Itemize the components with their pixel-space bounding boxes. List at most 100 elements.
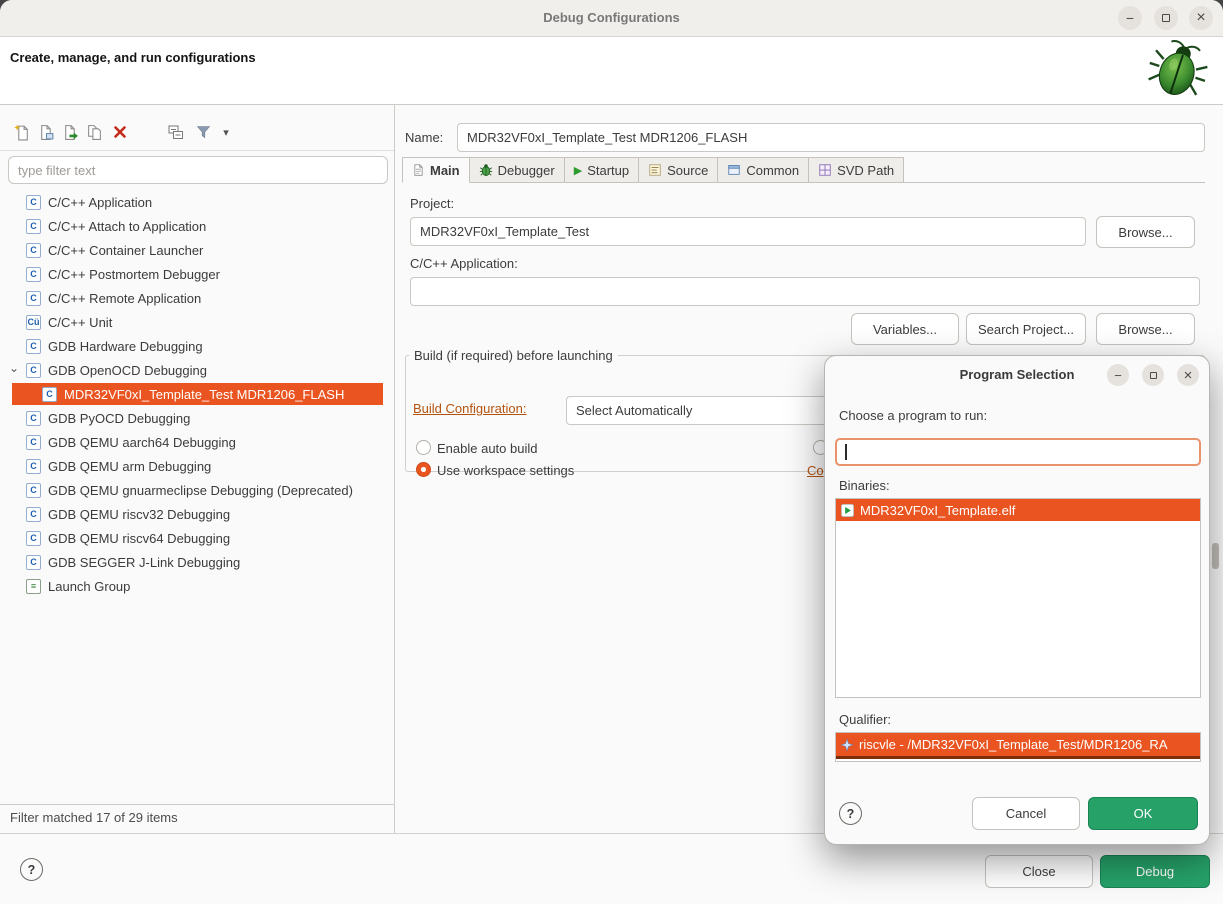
ok-button[interactable]: OK <box>1088 797 1198 830</box>
tree-item-label: GDB OpenOCD Debugging <box>48 363 207 378</box>
dialog-header: Create, manage, and run configurations <box>0 37 1223 105</box>
browse-application-button[interactable]: Browse... <box>1096 313 1195 345</box>
configuration-type-icon: C <box>26 411 41 426</box>
tree-item-3[interactable]: CC/C++ Postmortem Debugger <box>0 262 385 286</box>
configuration-type-icon: Cü <box>26 315 41 330</box>
close-icon[interactable]: × <box>1189 6 1213 30</box>
project-label: Project: <box>410 196 454 211</box>
export-configurations-icon <box>62 124 79 141</box>
configuration-type-icon: C <box>26 219 41 234</box>
tree-item-4[interactable]: CC/C++ Remote Application <box>0 286 385 310</box>
delete-configuration-button[interactable] <box>110 122 130 142</box>
tree-item-label: C/C++ Unit <box>48 315 112 330</box>
application-input[interactable] <box>410 277 1200 306</box>
variables-button[interactable]: Variables... <box>851 313 959 345</box>
debug-button[interactable]: Debug <box>1100 855 1210 888</box>
tab-debugger[interactable]: Debugger <box>469 157 565 182</box>
tree-item-12[interactable]: CGDB QEMU gnuarmeclipse Debugging (Depre… <box>0 478 385 502</box>
tree-item-label: C/C++ Postmortem Debugger <box>48 267 220 282</box>
tree-item-2[interactable]: CC/C++ Container Launcher <box>0 238 385 262</box>
tree-item-0[interactable]: CC/C++ Application <box>0 190 385 214</box>
window-title: Debug Configurations <box>0 0 1223 36</box>
filter-menu-chevron-icon[interactable]: ▾ <box>216 122 236 142</box>
tree-item-16[interactable]: ≡Launch Group <box>0 574 385 598</box>
help-button[interactable]: ? <box>20 858 43 881</box>
tab-label: Common <box>746 163 799 178</box>
configuration-type-icon: C <box>26 291 41 306</box>
tree-item-8[interactable]: C MDR32VF0xI_Template_Test MDR1206_FLASH <box>0 382 385 406</box>
tree-item-14[interactable]: CGDB QEMU riscv64 Debugging <box>0 526 385 550</box>
tree-filter-input[interactable] <box>8 156 388 184</box>
vertical-scrollbar[interactable] <box>1212 543 1219 569</box>
binary-run-icon <box>841 504 854 517</box>
dialog-help-button[interactable]: ? <box>839 802 862 825</box>
tree-item-10[interactable]: CGDB QEMU aarch64 Debugging <box>0 430 385 454</box>
titlebar[interactable]: Debug Configurations − × <box>0 0 1223 37</box>
qualifier-item-selected[interactable]: riscvle - /MDR32VF0xI_Template_Test/MDR1… <box>836 733 1200 759</box>
tab-source[interactable]: Source <box>638 157 718 182</box>
binaries-label: Binaries: <box>839 478 890 493</box>
dialog-maximize-button[interactable] <box>1142 364 1164 386</box>
radio-use-workspace-settings[interactable] <box>416 462 431 477</box>
maximize-button[interactable] <box>1154 6 1178 30</box>
program-prompt-label: Choose a program to run: <box>839 408 987 423</box>
qualifier-label: Qualifier: <box>839 712 891 727</box>
radio-enable-auto-build-label: Enable auto build <box>437 441 537 456</box>
configuration-type-icon: C <box>26 531 41 546</box>
tree-item-11[interactable]: CGDB QEMU arm Debugging <box>0 454 385 478</box>
name-input[interactable] <box>457 123 1205 152</box>
tab-startup[interactable]: ▶ Startup <box>564 157 639 182</box>
tree-item-label: C/C++ Attach to Application <box>48 219 206 234</box>
debug-configurations-window: Debug Configurations − × Create, manage,… <box>0 0 1223 904</box>
tree-item-1[interactable]: C C/C++ Attach to Application <box>0 214 385 238</box>
tab-main[interactable]: Main <box>402 157 470 183</box>
tree-item-13[interactable]: CGDB QEMU riscv32 Debugging <box>0 502 385 526</box>
tab-svd-path[interactable]: SVD Path <box>808 157 904 182</box>
debug-bug-logo-icon <box>1147 38 1209 102</box>
program-selection-dialog: Program Selection − × Choose a program t… <box>824 355 1210 845</box>
minimize-button[interactable]: − <box>1118 6 1142 30</box>
tree-item-label: GDB SEGGER J-Link Debugging <box>48 555 240 570</box>
tree-item-9[interactable]: CGDB PyOCD Debugging <box>0 406 385 430</box>
debugger-tab-icon <box>479 163 493 177</box>
new-configuration-icon <box>14 124 31 141</box>
configuration-type-icon: C <box>26 195 41 210</box>
export-configurations-button[interactable] <box>60 122 80 142</box>
qualifier-binary-icon <box>841 739 853 751</box>
tree-item-6[interactable]: CGDB Hardware Debugging <box>0 334 385 358</box>
dialog-close-icon[interactable]: × <box>1177 364 1199 386</box>
dialog-minimize-button[interactable]: − <box>1107 364 1129 386</box>
binary-item-selected[interactable]: MDR32VF0xI_Template.elf <box>836 499 1200 521</box>
tab-common[interactable]: Common <box>717 157 809 182</box>
configuration-type-icon: C <box>26 243 41 258</box>
program-search-input[interactable] <box>837 440 1199 464</box>
radio-enable-auto-build[interactable] <box>416 440 431 455</box>
tree-item-7[interactable]: ⌄CGDB OpenOCD Debugging <box>0 358 385 382</box>
panel-divider[interactable] <box>394 105 395 833</box>
cancel-button[interactable]: Cancel <box>972 797 1080 830</box>
duplicate-configuration-button[interactable] <box>84 122 104 142</box>
browse-project-button[interactable]: Browse... <box>1096 216 1195 248</box>
close-button[interactable]: Close <box>985 855 1093 888</box>
tree-item-5[interactable]: Cü C/C++ Unit <box>0 310 385 334</box>
tree-item-label: GDB QEMU arm Debugging <box>48 459 211 474</box>
collapse-all-button[interactable] <box>166 122 186 142</box>
tab-label: Main <box>430 163 460 178</box>
tab-label: Source <box>667 163 708 178</box>
tree-item-label: MDR32VF0xI_Template_Test MDR1206_FLASH <box>64 387 344 402</box>
tab-label: SVD Path <box>837 163 894 178</box>
search-project-button[interactable]: Search Project... <box>966 313 1086 345</box>
tab-label: Startup <box>587 163 629 178</box>
expand-chevron-icon[interactable]: ⌄ <box>9 358 19 382</box>
configuration-type-icon: C <box>42 387 57 402</box>
build-configuration-link[interactable]: Build Configuration: <box>413 401 526 416</box>
project-input[interactable] <box>410 217 1086 246</box>
configure-workspace-settings-link[interactable]: Co <box>807 463 824 478</box>
duplicate-configuration-icon <box>86 124 103 141</box>
filter-configurations-button[interactable] <box>194 122 214 142</box>
new-configuration-button[interactable] <box>12 122 32 142</box>
application-label: C/C++ Application: <box>410 256 518 271</box>
tree-item-label: GDB QEMU aarch64 Debugging <box>48 435 236 450</box>
new-prototype-button[interactable] <box>36 122 56 142</box>
tree-item-15[interactable]: CGDB SEGGER J-Link Debugging <box>0 550 385 574</box>
